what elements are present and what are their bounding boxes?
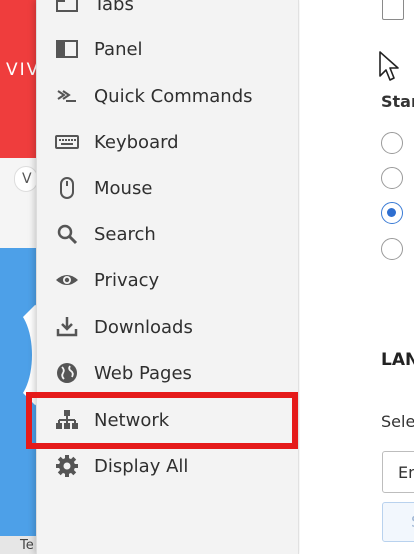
sidebar-item-label: Privacy (94, 269, 160, 291)
language-section-heading: LAN (381, 350, 414, 370)
background-brand-text: VIVA (6, 60, 40, 80)
sidebar-item-keyboard[interactable]: Keyboard (37, 122, 300, 162)
sidebar-item-mouse[interactable]: Mouse (37, 168, 300, 208)
language-button[interactable]: S (382, 502, 414, 542)
sidebar-item-label: Search (94, 223, 156, 245)
sidebar-item-panel[interactable]: Panel (37, 29, 300, 69)
gear-icon (55, 454, 79, 478)
sidebar-item-label: Panel (94, 38, 143, 60)
panel-icon (55, 37, 79, 61)
startup-radio[interactable] (381, 238, 403, 260)
background-bottom-text: Te (20, 538, 34, 553)
sidebar-item-label: Tabs (94, 0, 134, 15)
settings-sidebar: Tabs Panel Quick Commands Keyboard Mouse… (36, 0, 299, 554)
language-select[interactable]: En (382, 451, 414, 493)
mouse-cursor-icon (378, 50, 402, 88)
startup-radio[interactable] (381, 132, 403, 154)
globe-icon (55, 361, 79, 385)
sidebar-item-privacy[interactable]: Privacy (37, 260, 300, 300)
tabs-icon (55, 0, 79, 16)
sidebar-item-web-pages[interactable]: Web Pages (37, 353, 300, 393)
settings-checkbox[interactable] (382, 0, 404, 20)
sidebar-item-label: Quick Commands (94, 85, 253, 107)
sidebar-item-downloads[interactable]: Downloads (37, 307, 300, 347)
settings-content: Star LAN Sele En S (300, 0, 414, 554)
sidebar-item-label: Keyboard (94, 131, 179, 153)
search-icon (55, 222, 79, 246)
sidebar-item-tabs[interactable]: Tabs (37, 0, 300, 24)
sidebar-item-label: Downloads (94, 316, 193, 338)
sidebar-item-quick-commands[interactable]: Quick Commands (37, 76, 300, 116)
startup-radio-selected[interactable] (381, 202, 403, 224)
quick-commands-icon (55, 84, 79, 108)
download-icon (55, 315, 79, 339)
language-select-value: En (398, 463, 414, 482)
startup-radio[interactable] (381, 167, 403, 189)
keyboard-icon (55, 130, 79, 154)
sidebar-item-display-all[interactable]: Display All (37, 446, 300, 486)
mouse-icon (55, 176, 79, 200)
sidebar-item-label: Web Pages (94, 362, 192, 384)
select-language-label: Sele (381, 412, 414, 431)
startup-section-label: Star (381, 92, 414, 111)
sidebar-item-label: Display All (94, 455, 189, 477)
background-red-area (0, 0, 40, 160)
eye-icon (55, 268, 79, 292)
background-tab-letter: V (14, 166, 38, 192)
sidebar-item-label: Mouse (94, 177, 153, 199)
background-window: VIVA V Te (0, 0, 40, 554)
network-highlight-box (26, 392, 298, 449)
sidebar-item-search[interactable]: Search (37, 214, 300, 254)
